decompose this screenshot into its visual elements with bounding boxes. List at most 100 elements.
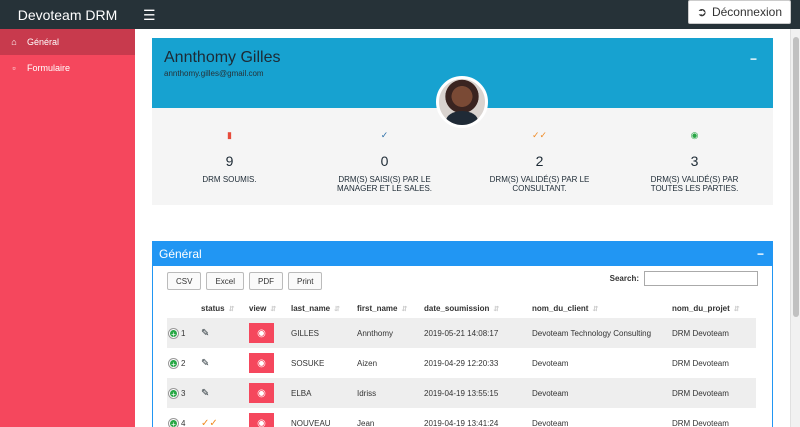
cell-first-name: Aizen [357, 358, 378, 368]
view-button[interactable]: ◉ [249, 353, 274, 373]
edit-icon[interactable]: ✎ [201, 328, 209, 339]
profile-header: Annthomy Gilles annthomy.gilles@gmail.co… [152, 38, 773, 128]
eye-icon: ◉ [257, 417, 266, 427]
cell-date: 2019-04-19 13:41:24 [424, 418, 499, 427]
column-header-client[interactable]: nom_du_client ⇵ [532, 298, 672, 318]
eye-icon: ◉ [257, 327, 266, 339]
cell-client: Devoteam [532, 418, 569, 427]
stat-submitted: ▮ 9 DRM SOUMIS. [152, 130, 307, 193]
menu-toggle-icon[interactable]: ☰ [143, 8, 156, 22]
double-check-icon[interactable]: ✓✓ [201, 418, 218, 427]
cell-last-name: GILLES [291, 318, 357, 348]
home-icon: ⌂ [11, 37, 17, 47]
cell-date: 2019-04-29 12:20:33 [424, 358, 499, 368]
sidebar-item-label: Formulaire [27, 63, 71, 73]
check-circle-icon: ◉ [690, 130, 699, 140]
stat-label: DRM SOUMIS. [202, 175, 257, 184]
table-row: +1 ✎ ◉ GILLES Annthomy 2019-05-21 14:08:… [167, 318, 756, 348]
logout-label: Déconnexion [711, 5, 782, 19]
profile-name: Annthomy Gilles [164, 49, 281, 66]
cell-last-name: NOUVEAU [291, 418, 331, 427]
expand-icon[interactable]: + [169, 388, 178, 399]
stat-value: 0 [380, 153, 389, 169]
collapse-icon[interactable]: − [750, 52, 757, 66]
drm-table: status ⇵ view ⇵ last_name ⇵ first_name ⇵ dat… [167, 298, 756, 427]
pdf-button[interactable]: PDF [249, 272, 284, 290]
eye-icon: ◉ [257, 387, 266, 399]
file-icon: ▮ [227, 130, 232, 140]
table-header-row: status ⇵ view ⇵ last_name ⇵ first_name ⇵ dat… [167, 298, 756, 318]
cell-project: DRM Devoteam [672, 358, 729, 368]
row-index: 1 [181, 328, 186, 338]
view-button[interactable]: ◉ [249, 413, 274, 427]
row-index: 3 [181, 388, 186, 398]
check-icon: ✓ [380, 130, 389, 140]
column-header-project[interactable]: nom_du_projet ⇵ [672, 298, 756, 318]
search-label: Search: [609, 274, 639, 283]
view-button[interactable]: ◉ [249, 323, 274, 343]
column-header-view[interactable]: view ⇵ [249, 298, 291, 318]
cell-first-name: Jean [357, 418, 375, 427]
cell-project: DRM Devoteam [672, 318, 756, 348]
print-button[interactable]: Print [288, 272, 323, 290]
column-header-date[interactable]: date_soumission ⇵ [424, 298, 532, 318]
excel-button[interactable]: Excel [206, 272, 245, 290]
edit-icon[interactable]: ✎ [201, 388, 209, 399]
table-row: +4 ✓✓ ◉ NOUVEAU Jean 2019-04-19 13:41:24… [167, 408, 756, 427]
page-scrollbar[interactable] [790, 29, 800, 427]
app-title[interactable]: Devoteam DRM [0, 0, 135, 29]
stat-entered: ✓ 0 DRM(S) SAISI(S) PAR LE MANAGER ET LE… [307, 130, 462, 193]
cell-client: Devoteam [532, 358, 569, 368]
profile-card: Annthomy Gilles annthomy.gilles@gmail.co… [152, 38, 773, 205]
sidebar: ⌂ Général ▫ Formulaire [0, 29, 135, 427]
cell-date: 2019-04-19 13:55:15 [424, 378, 532, 408]
cell-project: DRM Devoteam [672, 378, 756, 408]
view-button[interactable]: ◉ [249, 383, 274, 403]
main-content: Annthomy Gilles annthomy.gilles@gmail.co… [135, 29, 790, 427]
cell-project: DRM Devoteam [672, 418, 729, 427]
row-index: 4 [181, 418, 186, 427]
stat-value: 2 [535, 153, 544, 169]
avatar [436, 76, 488, 128]
expand-icon[interactable]: + [169, 358, 178, 369]
sidebar-item-general[interactable]: ⌂ Général [0, 29, 135, 55]
file-icon: ▫ [12, 63, 16, 73]
table-row: +2 ✎ ◉ SOSUKE Aizen 2019-04-29 12:20:33 … [167, 348, 756, 378]
csv-button[interactable]: CSV [167, 272, 202, 290]
scroll-thumb[interactable] [793, 37, 799, 317]
cell-first-name: Annthomy [357, 318, 424, 348]
stat-all-validated: ◉ 3 DRM(S) VALIDÉ(S) PAR TOUTES LES PART… [617, 130, 772, 193]
cell-client: Devoteam [532, 378, 672, 408]
expand-icon[interactable]: + [169, 418, 178, 427]
row-index: 2 [181, 358, 186, 368]
sidebar-item-formulaire[interactable]: ▫ Formulaire [0, 55, 135, 81]
table-row: +3 ✎ ◉ ELBA Idriss 2019-04-19 13:55:15 D… [167, 378, 756, 408]
stat-label: DRM(S) SAISI(S) PAR LE MANAGER ET LE SAL… [337, 175, 432, 193]
general-panel: Général − CSV Excel PDF Print Search: st… [152, 241, 773, 427]
stat-consultant-validated: ✓✓ 2 DRM(S) VALIDÉ(S) PAR LE CONSULTANT. [462, 130, 617, 193]
cell-last-name: SOSUKE [291, 358, 325, 368]
collapse-icon[interactable]: − [757, 247, 764, 261]
top-bar: Devoteam DRM ☰ ➲ Déconnexion [0, 0, 800, 29]
expand-icon[interactable]: + [169, 328, 178, 339]
cell-last-name: ELBA [291, 378, 357, 408]
sidebar-item-label: Général [27, 37, 60, 47]
sign-out-icon: ➲ [696, 5, 707, 19]
export-toolbar: CSV Excel PDF Print [167, 272, 323, 290]
logout-button[interactable]: ➲ Déconnexion [687, 0, 791, 24]
stat-value: 3 [690, 153, 699, 169]
column-header-status[interactable]: status ⇵ [201, 298, 249, 318]
panel-title: Général [159, 247, 202, 261]
cell-date: 2019-05-21 14:08:17 [424, 318, 532, 348]
column-header-last-name[interactable]: last_name ⇵ [291, 298, 357, 318]
stat-value: 9 [225, 153, 234, 169]
edit-icon[interactable]: ✎ [201, 358, 209, 369]
eye-icon: ◉ [257, 357, 266, 369]
panel-header: Général − [153, 242, 772, 266]
column-header-first-name[interactable]: first_name ⇵ [357, 298, 424, 318]
search-box: Search: [610, 271, 758, 286]
search-input[interactable] [644, 271, 758, 286]
stat-label: DRM(S) VALIDÉ(S) PAR LE CONSULTANT. [489, 175, 590, 193]
cell-first-name: Idriss [357, 378, 424, 408]
cell-client: Devoteam Technology Consulting [532, 318, 672, 348]
